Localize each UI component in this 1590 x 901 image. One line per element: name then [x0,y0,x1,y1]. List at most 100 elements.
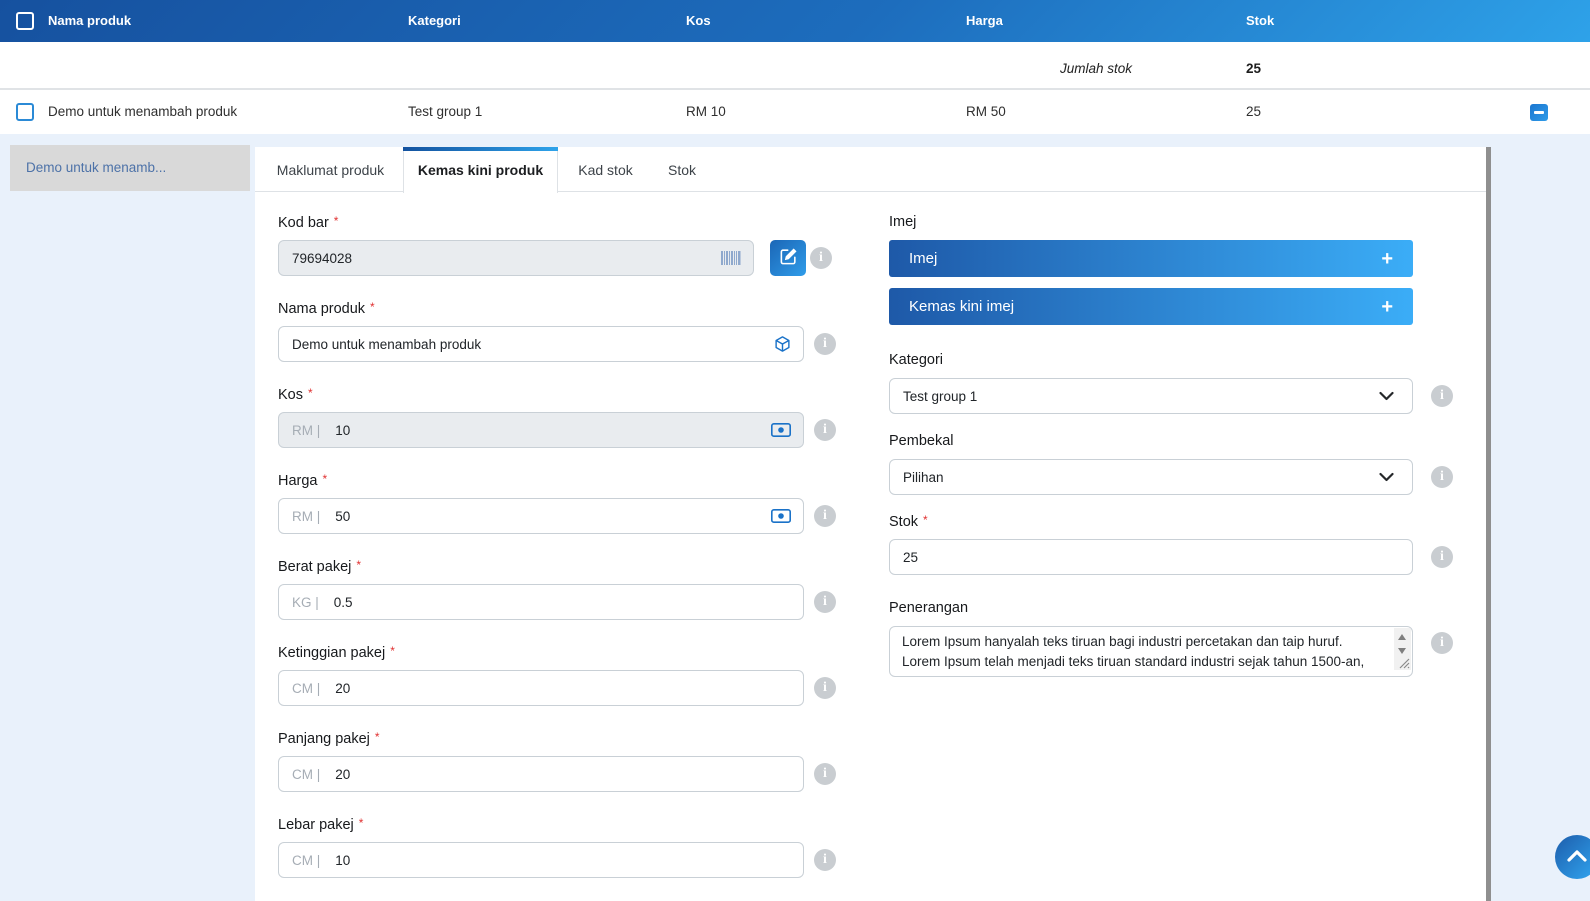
field-lebar-pakej: Lebar pakej* CM | 10 i [278,816,838,878]
field-berat-pakej: Berat pakej* KG | 0.5 i [278,558,838,620]
lebar-value: 10 [335,853,350,868]
tab-kad-stok[interactable]: Kad stok [558,147,653,192]
barcode-icon [721,251,741,265]
info-icon[interactable]: i [1431,546,1453,568]
ketinggian-pakej-input[interactable]: CM | 20 [278,670,804,706]
field-label: Kos* [278,386,313,403]
summary-row: Jumlah stok 25 [0,49,1590,88]
berat-value: 0.5 [334,595,353,610]
field-label: Panjang pakej* [278,730,380,747]
field-label: Ketinggian pakej* [278,644,395,661]
unit-prefix: CM | [292,853,320,868]
panel-scrollbar[interactable] [1486,147,1491,901]
nama-produk-input[interactable]: Demo untuk menambah produk [278,326,804,362]
minus-icon [1534,111,1544,114]
penerangan-textarea[interactable]: Lorem Ipsum hanyalah teks tiruan bagi in… [889,626,1413,677]
product-stock-cell: 25 [1246,90,1261,134]
field-label: Kod bar* [278,214,338,231]
field-label: Nama produk* [278,300,375,317]
info-icon[interactable]: i [814,419,836,441]
required-asterisk: * [323,472,328,486]
field-label: Kategori [889,352,943,368]
field-label: Berat pakej* [278,558,361,575]
product-price-cell: RM 50 [966,90,1006,134]
stok-input[interactable]: 25 [889,539,1413,575]
nama-produk-value: Demo untuk menambah produk [292,337,481,352]
column-header-category: Kategori [408,0,461,42]
field-penerangan: Penerangan Lorem Ipsum hanyalah teks tir… [889,600,1469,680]
product-category-cell: Test group 1 [408,90,482,134]
kemas-kini-imej-button-label: Kemas kini imej [909,298,1014,315]
sidebar-item-product[interactable]: Demo untuk menamb... [10,145,250,191]
required-asterisk: * [390,644,395,658]
field-kos: Kos* RM | 10 i [278,386,838,448]
kod-bar-input[interactable]: 79694028 [278,240,754,276]
field-kod-bar: Kod bar* 79694028 i [278,214,838,276]
edit-barcode-button[interactable] [770,240,806,276]
detail-panel: Maklumat produk Kemas kini produk Kad st… [255,147,1486,901]
tab-maklumat-produk[interactable]: Maklumat produk [258,147,403,192]
column-header-name: Nama produk [48,0,131,42]
product-management-screen: Nama produk Kategori Kos Harga Stok Juml… [0,0,1590,901]
tab-bar: Maklumat produk Kemas kini produk Kad st… [255,147,1486,192]
kos-input[interactable]: RM | 10 [278,412,804,448]
scroll-down-arrow-icon[interactable] [1398,648,1406,654]
kategori-select[interactable]: Test group 1 [889,378,1413,414]
ketinggian-value: 20 [335,681,350,696]
column-header-stock: Stok [1246,0,1274,42]
scroll-to-top-button[interactable] [1555,835,1590,879]
required-asterisk: * [359,816,364,830]
row-checkbox[interactable] [16,103,34,121]
currency-prefix: RM | [292,509,320,524]
imej-add-button[interactable]: Imej + [889,240,1413,277]
collapse-row-button[interactable] [1530,104,1548,121]
info-icon[interactable]: i [1431,632,1453,654]
scroll-up-arrow-icon[interactable] [1398,634,1406,640]
panjang-pakej-input[interactable]: CM | 20 [278,756,804,792]
kos-value: 10 [335,423,350,438]
penerangan-text: Lorem Ipsum hanyalah teks tiruan bagi in… [902,632,1387,677]
kemas-kini-imej-button[interactable]: Kemas kini imej + [889,288,1413,325]
info-icon[interactable]: i [814,677,836,699]
info-icon[interactable]: i [814,849,836,871]
unit-prefix: KG | [292,595,319,610]
kod-bar-value: 79694028 [292,251,352,266]
resize-handle[interactable] [1399,656,1410,674]
tab-kemas-kini-produk[interactable]: Kemas kini produk [403,147,558,193]
field-nama-produk: Nama produk* Demo untuk menambah produk … [278,300,838,362]
plus-icon: + [1381,297,1393,317]
product-name-cell: Demo untuk menambah produk [48,90,237,134]
chevron-up-icon [1566,849,1588,866]
imej-button-label: Imej [909,250,937,267]
chevron-down-icon [1379,473,1394,482]
tab-stok[interactable]: Stok [653,147,711,192]
info-icon[interactable]: i [814,505,836,527]
chevron-down-icon [1379,392,1394,401]
money-icon [771,423,791,437]
field-label: Stok* [889,513,928,530]
required-asterisk: * [375,730,380,744]
pembekal-select[interactable]: Pilihan [889,459,1413,495]
info-icon[interactable]: i [1431,466,1453,488]
lebar-pakej-input[interactable]: CM | 10 [278,842,804,878]
info-icon[interactable]: i [814,333,836,355]
field-label: Lebar pakej* [278,816,363,833]
required-asterisk: * [923,513,928,527]
harga-input[interactable]: RM | 50 [278,498,804,534]
edit-pencil-icon [779,247,798,269]
info-icon[interactable]: i [814,591,836,613]
field-harga: Harga* RM | 50 i [278,472,838,534]
berat-pakej-input[interactable]: KG | 0.5 [278,584,804,620]
field-label: Penerangan [889,600,968,616]
panjang-value: 20 [335,767,350,782]
info-icon[interactable]: i [814,763,836,785]
required-asterisk: * [308,386,313,400]
select-all-checkbox[interactable] [16,12,34,30]
info-icon[interactable]: i [810,247,832,269]
info-icon[interactable]: i [1431,385,1453,407]
unit-prefix: CM | [292,681,320,696]
product-row[interactable]: Demo untuk menambah produk Test group 1 … [0,90,1590,134]
section-imej: Imej Imej + Kemas kini imej + [889,214,1469,329]
required-asterisk: * [356,558,361,572]
unit-prefix: CM | [292,767,320,782]
